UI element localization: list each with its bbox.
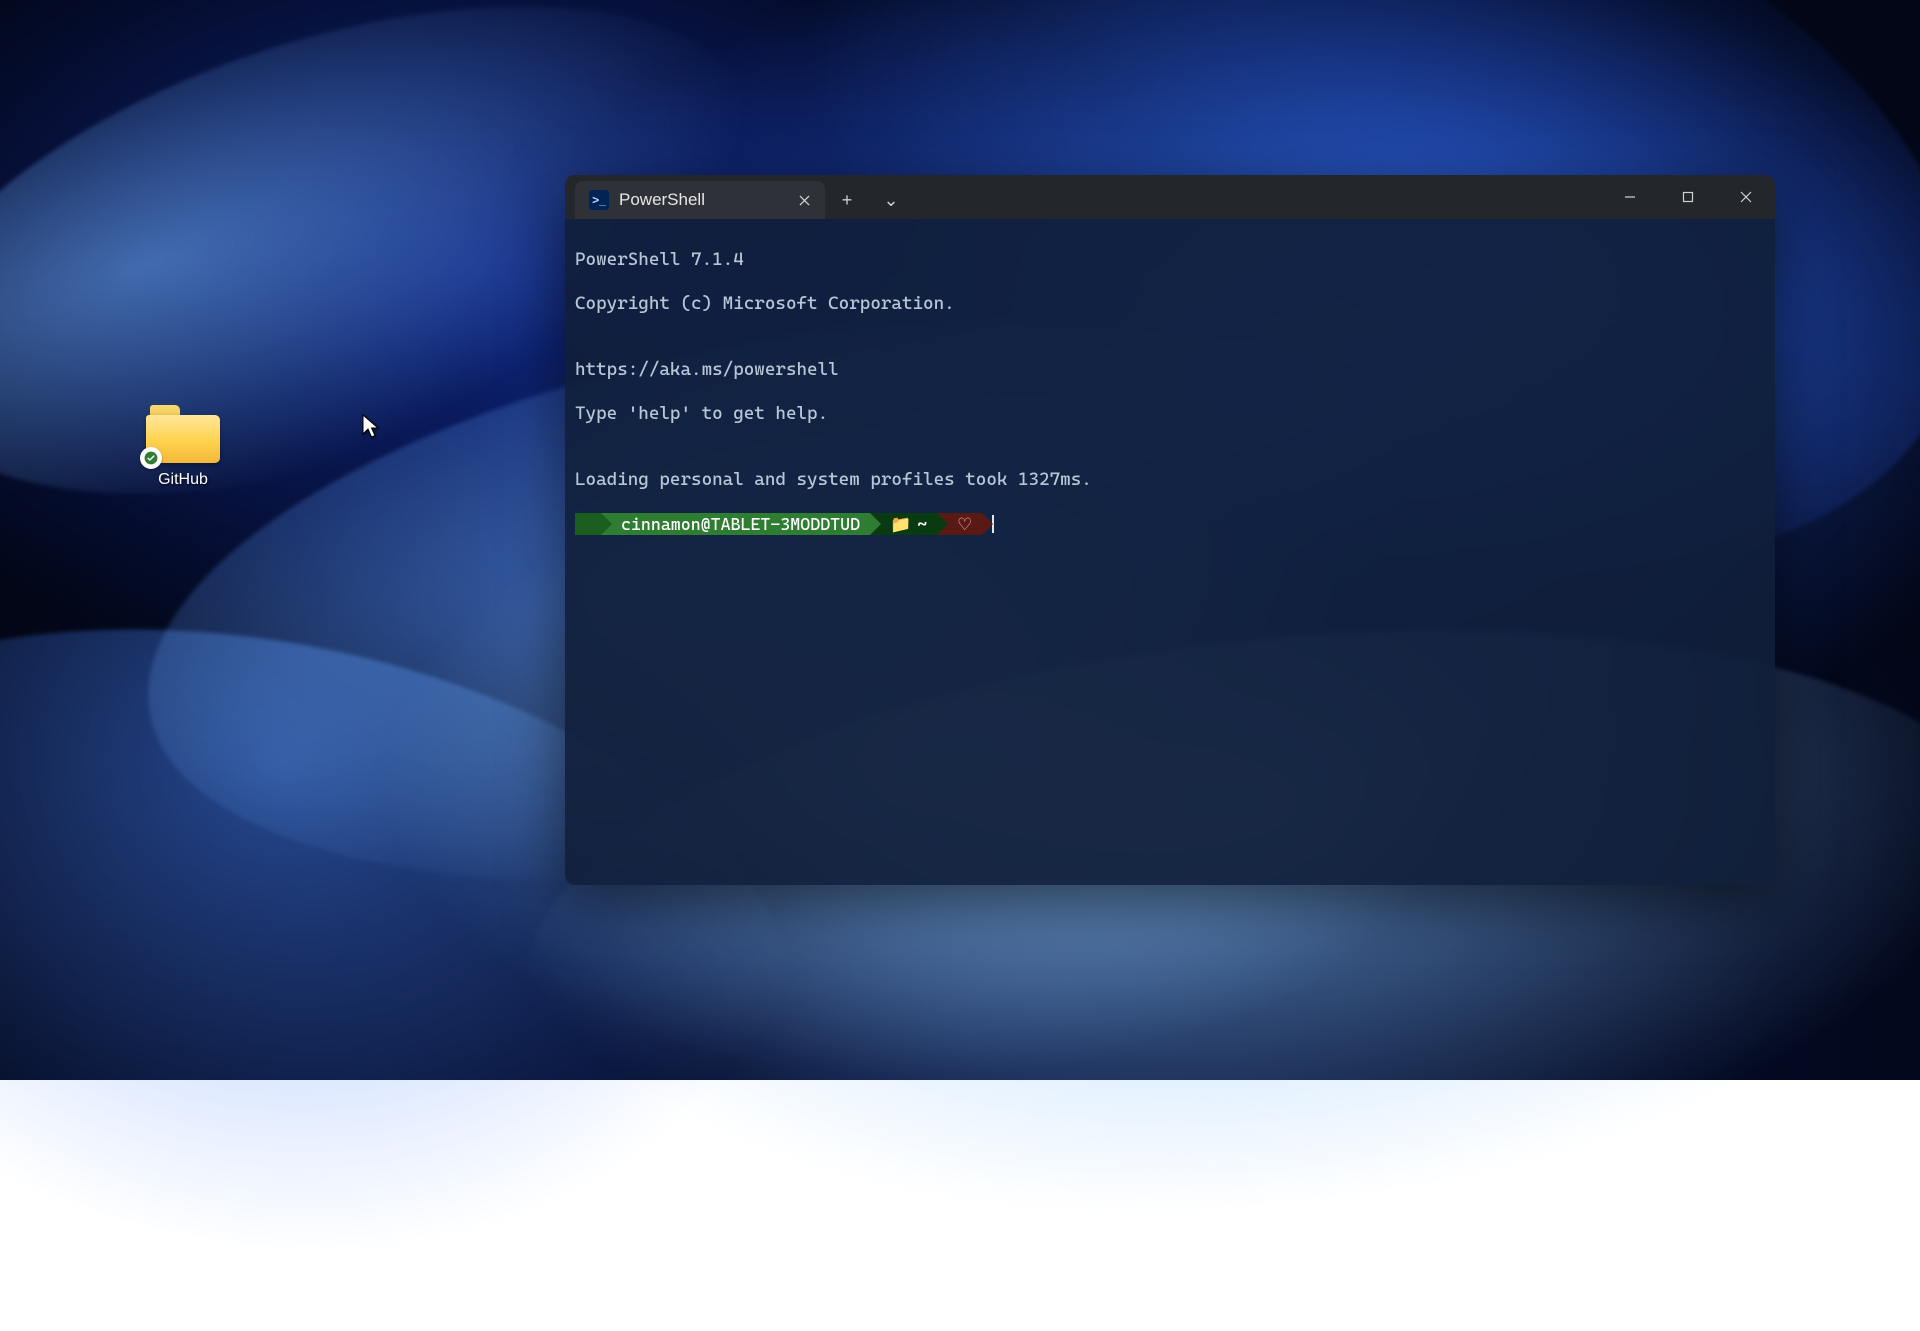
maximize-button[interactable]: [1659, 175, 1717, 219]
terminal-output[interactable]: PowerShell 7.1.4 Copyright (c) Microsoft…: [565, 219, 1775, 885]
heart-icon: ♡: [957, 513, 972, 535]
output-line: Copyright (c) Microsoft Corporation.: [575, 293, 1765, 315]
prompt-segment-userhost: cinnamon@TABLET-3MODDTUD: [601, 513, 870, 535]
tab-close-button[interactable]: [791, 187, 817, 213]
desktop-icon-github[interactable]: GitHub: [133, 405, 233, 489]
tab-powershell[interactable]: >_ PowerShell: [575, 181, 825, 219]
powershell-icon: >_: [589, 190, 609, 210]
minimize-button[interactable]: [1601, 175, 1659, 219]
folder-glyph-icon: 📁: [890, 513, 911, 535]
close-button[interactable]: [1717, 175, 1775, 219]
titlebar[interactable]: >_ PowerShell + ⌄: [565, 175, 1775, 219]
prompt-userhost: cinnamon@TABLET-3MODDTUD: [621, 513, 860, 535]
desktop-icon-label: GitHub: [158, 471, 208, 489]
output-line: https://aka.ms/powershell: [575, 359, 1765, 381]
sync-check-icon: [140, 447, 162, 469]
terminal-window[interactable]: >_ PowerShell + ⌄ PowerShell 7.1.4 Copyr…: [565, 175, 1775, 885]
prompt[interactable]: cinnamon@TABLET-3MODDTUD 📁 ~ ♡: [575, 513, 1765, 535]
tab-title: PowerShell: [619, 190, 781, 210]
folder-icon: [146, 405, 220, 463]
output-line: PowerShell 7.1.4: [575, 249, 1765, 271]
new-tab-button[interactable]: +: [825, 181, 869, 219]
prompt-segment-start: [575, 513, 601, 535]
output-line: Type 'help' to get help.: [575, 403, 1765, 425]
prompt-path: ~: [917, 513, 927, 535]
output-line: Loading personal and system profiles too…: [575, 469, 1765, 491]
tab-dropdown-button[interactable]: ⌄: [869, 181, 913, 219]
titlebar-drag-region[interactable]: [913, 175, 1601, 219]
